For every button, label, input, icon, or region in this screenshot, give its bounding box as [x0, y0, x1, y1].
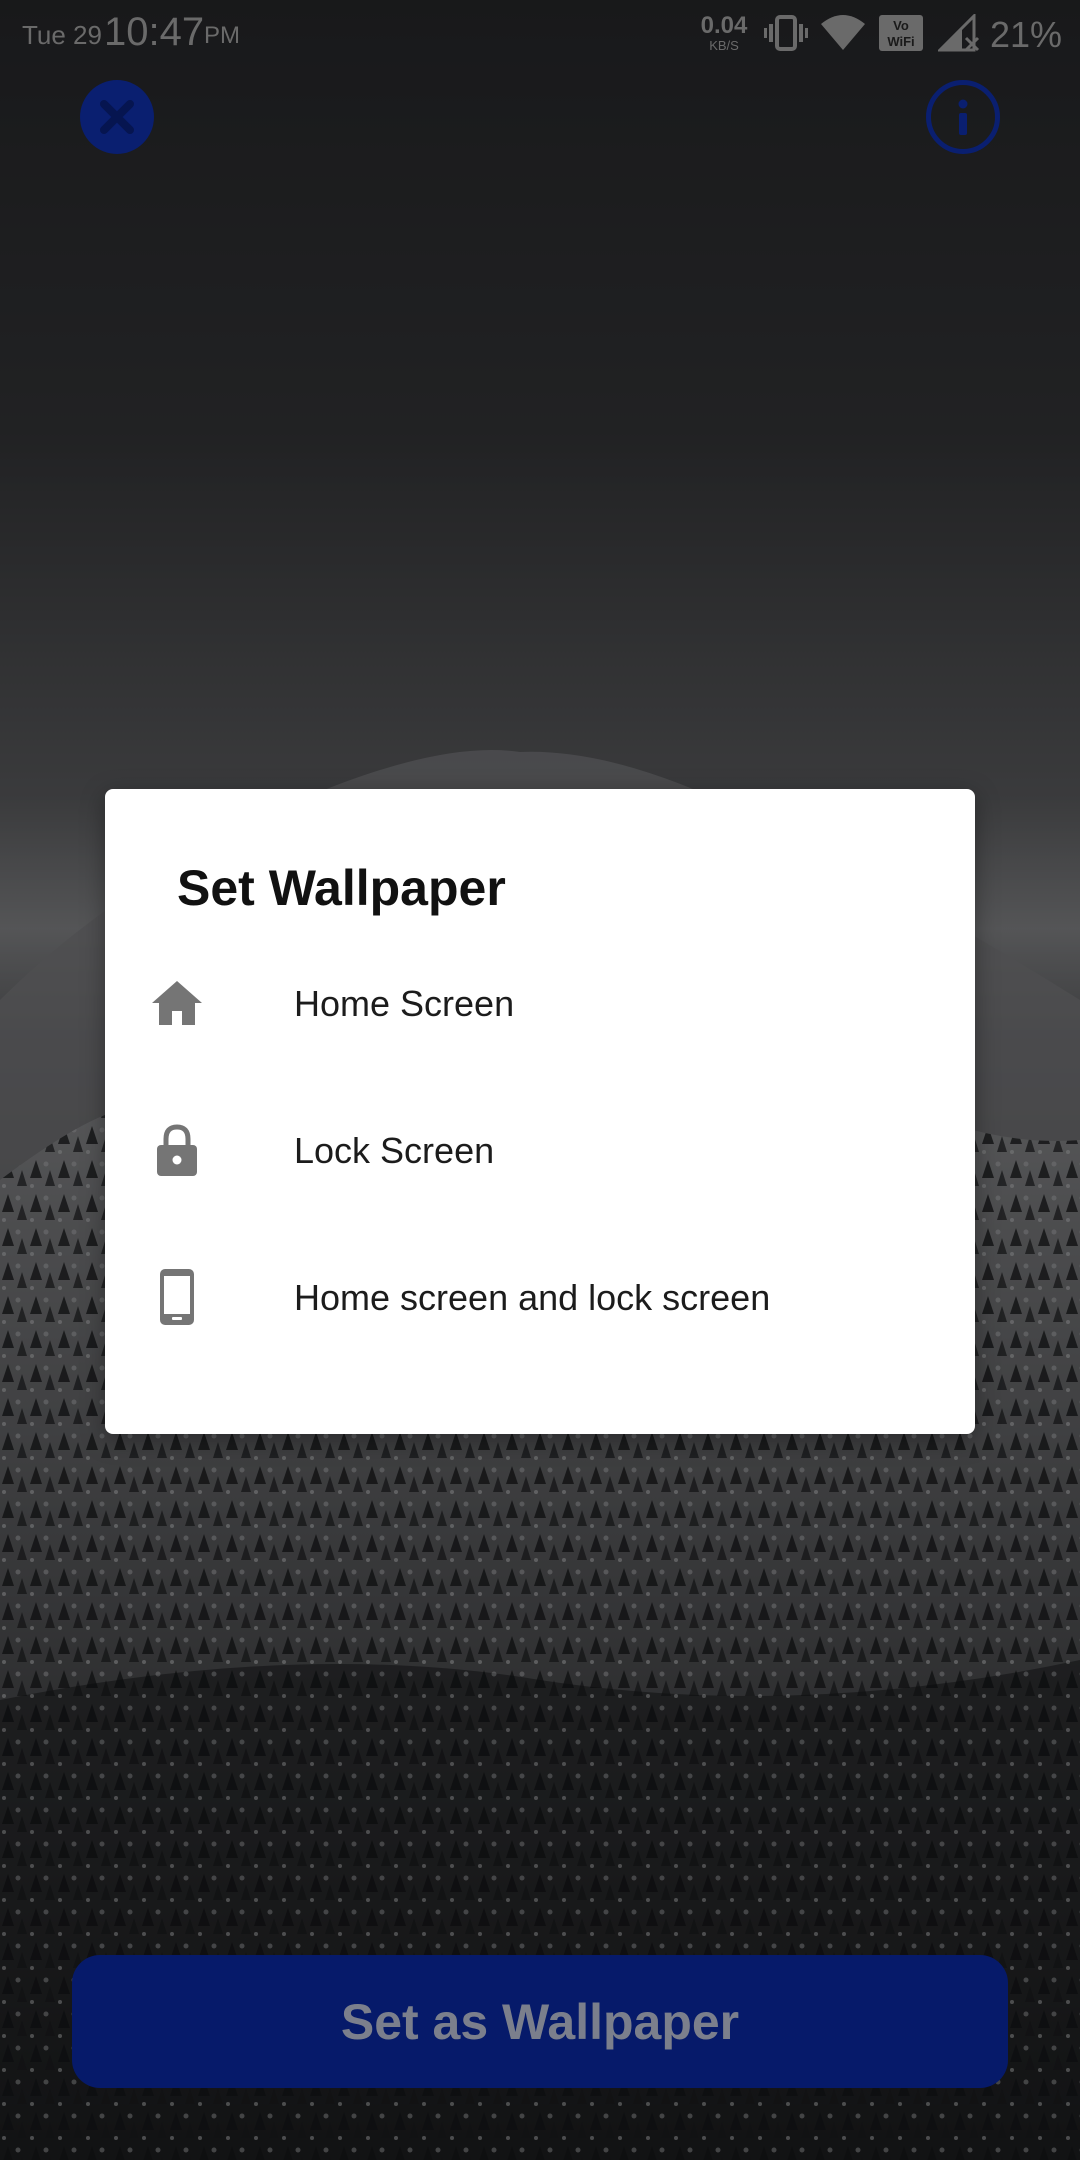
info-button[interactable]	[926, 80, 1000, 154]
option-label: Lock Screen	[294, 1130, 495, 1171]
screen: Tue 29 10:47 PM 0.04 KB/S Vo WiFi 21% Se…	[0, 0, 1080, 2160]
status-date: Tue 29	[22, 20, 102, 50]
home-icon	[152, 981, 202, 1025]
phone-icon	[160, 1269, 194, 1325]
option-home-and-lock-screen[interactable]: Home screen and lock screen	[105, 1231, 975, 1361]
lock-icon	[157, 1124, 197, 1176]
vowifi-icon: Vo WiFi	[879, 15, 923, 51]
network-speed-value: 0.04	[700, 12, 748, 39]
svg-text:WiFi: WiFi	[887, 34, 914, 49]
vibrate-icon	[764, 15, 808, 51]
option-label: Home screen and lock screen	[294, 1277, 771, 1318]
network-speed: 0.04 KB/S	[698, 12, 750, 53]
close-button[interactable]	[80, 80, 154, 154]
svg-text:Vo: Vo	[893, 18, 909, 33]
option-label: Home Screen	[294, 983, 515, 1024]
wifi-icon	[821, 15, 865, 50]
network-speed-unit: KB/S	[709, 38, 739, 53]
status-ampm: PM	[204, 22, 240, 49]
option-lock-screen[interactable]: Lock Screen	[105, 1084, 975, 1214]
close-icon	[100, 100, 134, 134]
dialog-title: Set Wallpaper	[177, 860, 506, 916]
set-as-wallpaper-label: Set as Wallpaper	[340, 1993, 740, 2050]
signal-off-icon	[938, 14, 980, 52]
battery-percent: 21%	[990, 14, 1063, 55]
option-home-screen[interactable]: Home Screen	[105, 937, 975, 1067]
status-bar: Tue 29 10:47 PM 0.04 KB/S Vo WiFi 21%	[0, 0, 1080, 66]
info-icon	[958, 99, 968, 135]
status-time: 10:47	[104, 10, 205, 54]
set-as-wallpaper-button[interactable]: Set as Wallpaper	[72, 1955, 1008, 2088]
